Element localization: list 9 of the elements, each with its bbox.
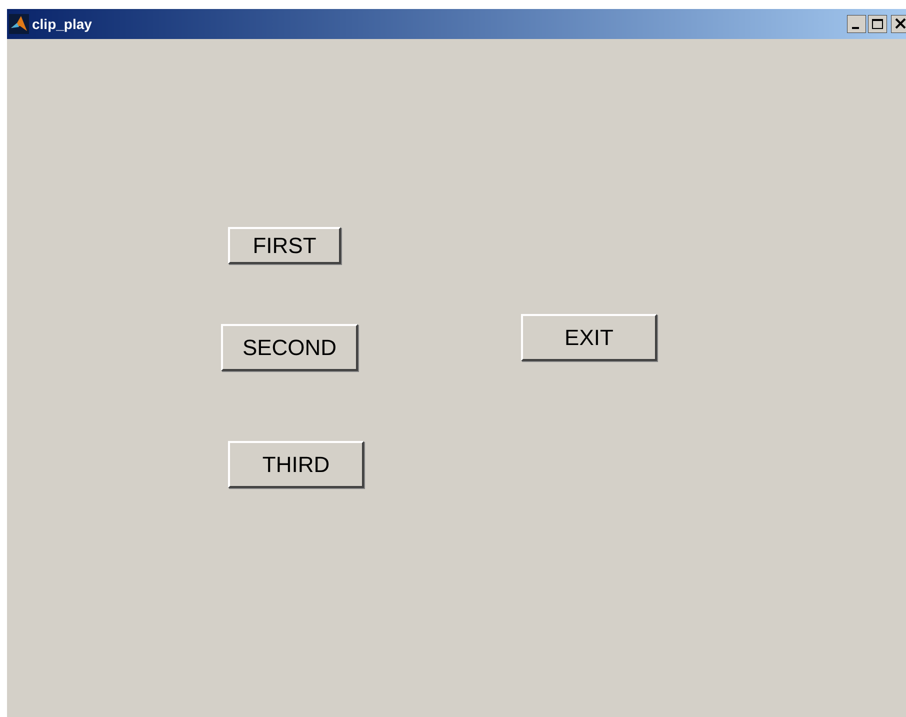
app-logo-icon bbox=[9, 14, 29, 34]
push-button[interactable]: THIRD bbox=[228, 441, 364, 488]
close-icon[interactable] bbox=[891, 15, 906, 33]
window-title: clip_play bbox=[32, 14, 92, 34]
push-button[interactable]: SECOND bbox=[221, 324, 358, 371]
minimize-icon[interactable] bbox=[847, 15, 866, 33]
push-button[interactable]: FIRST bbox=[228, 227, 341, 264]
maximize-icon[interactable] bbox=[868, 15, 887, 33]
push-button[interactable]: EXIT bbox=[521, 314, 657, 361]
